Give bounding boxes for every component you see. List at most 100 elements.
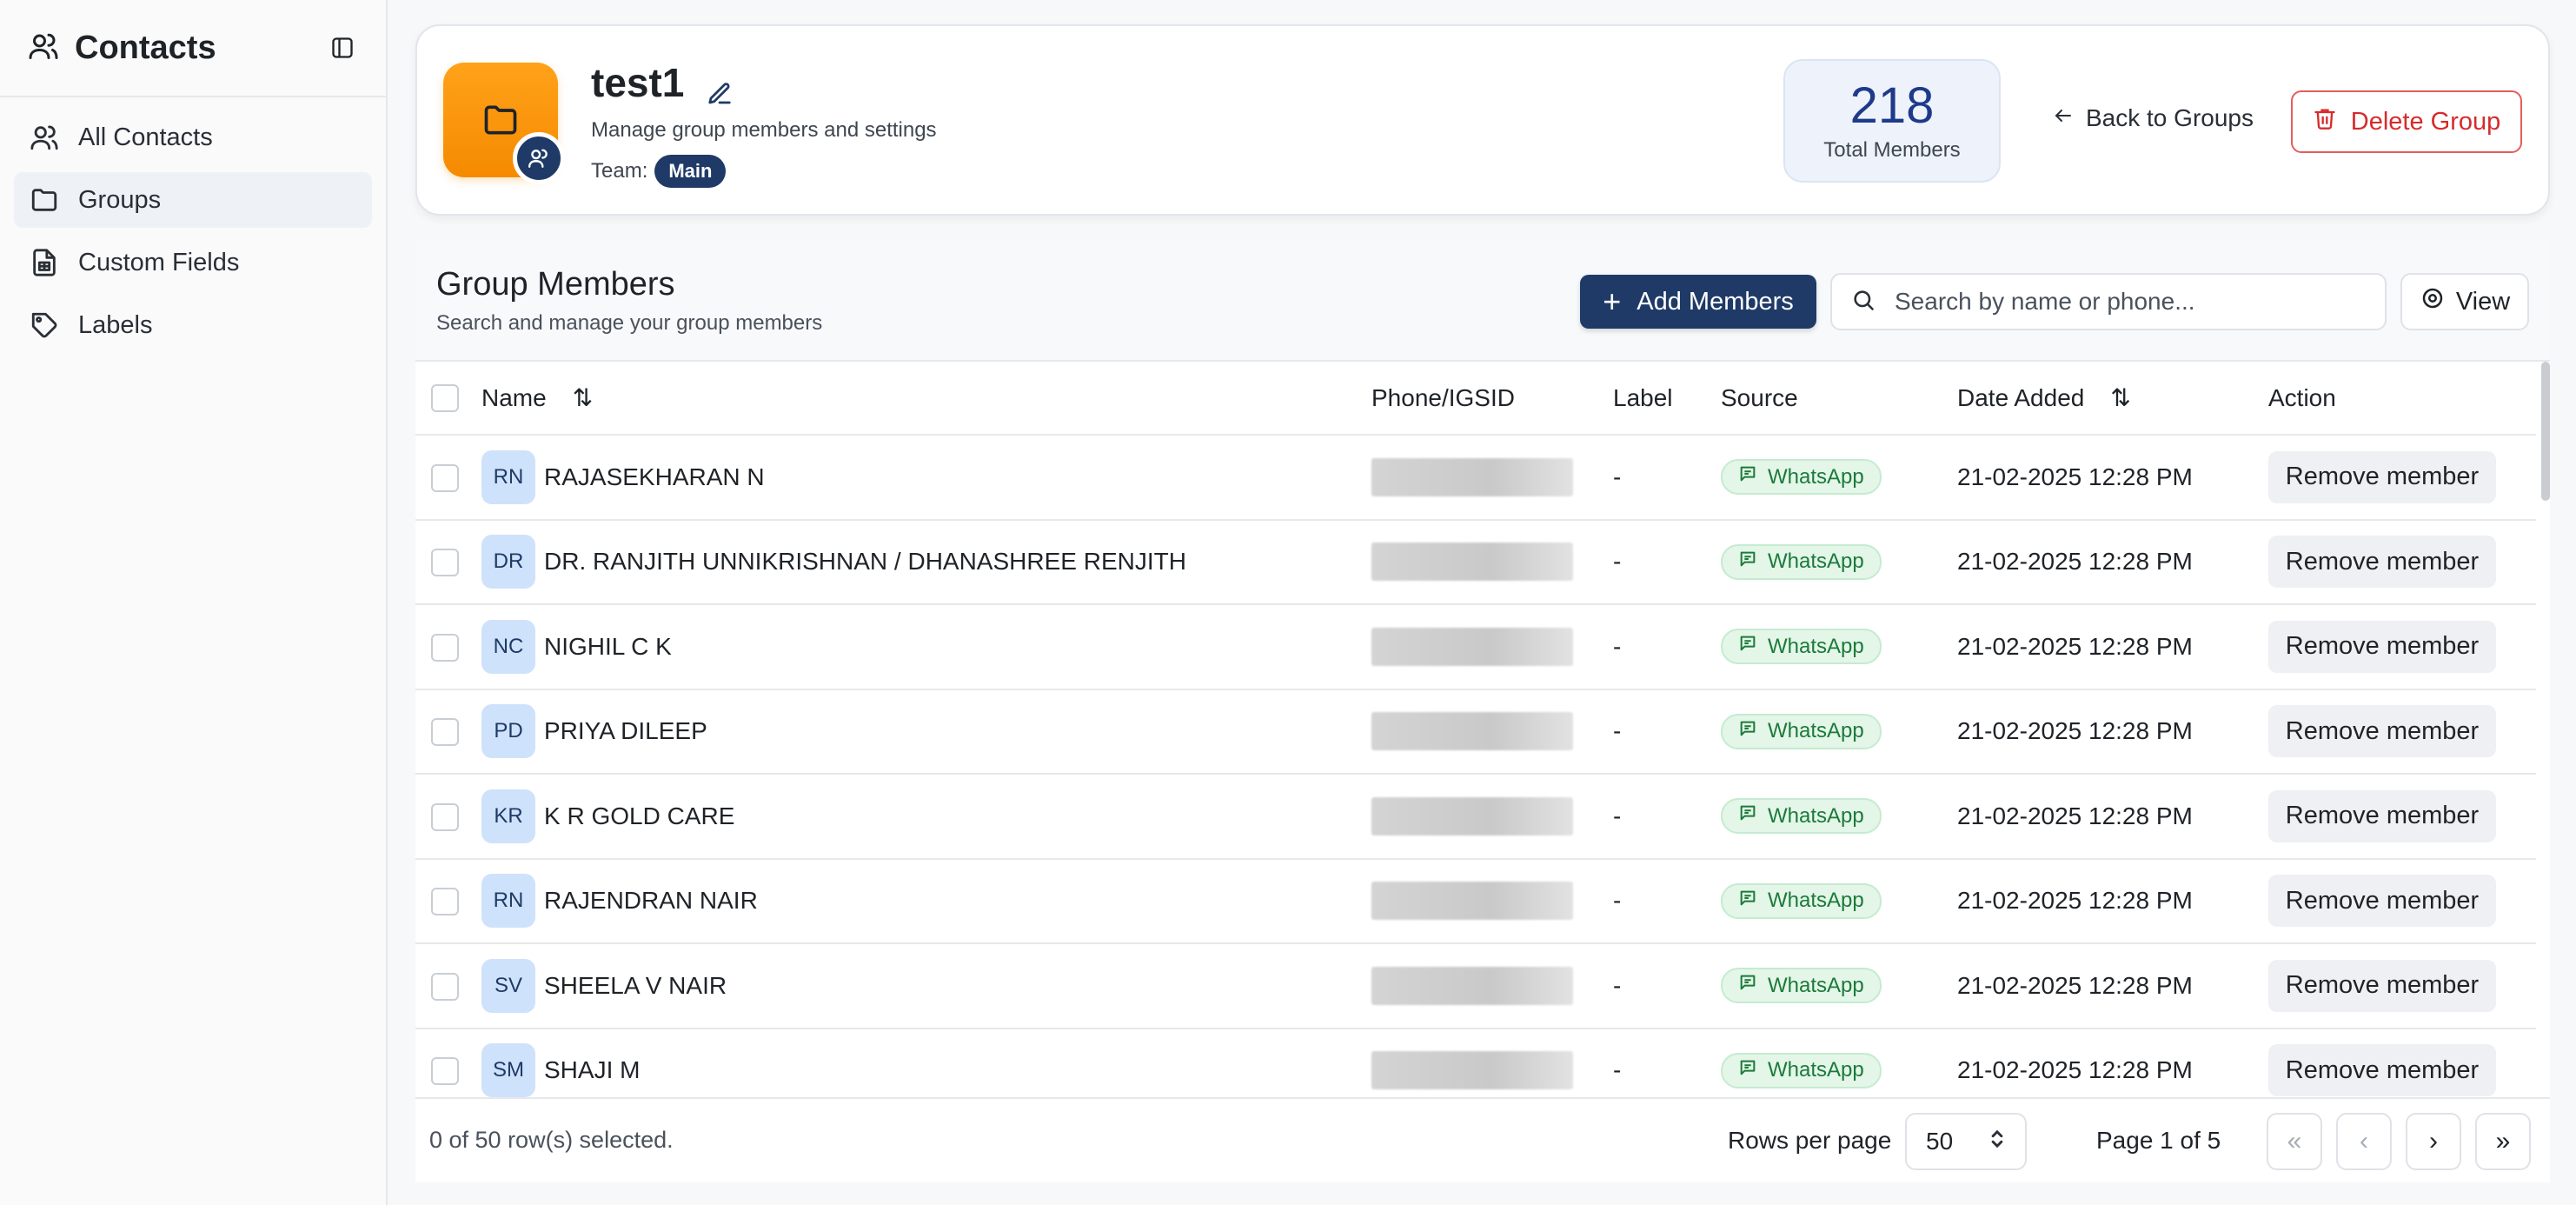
previous-page-button[interactable]: ‹ xyxy=(2336,1113,2392,1170)
table-row[interactable]: PD PRIYA DILEEP - WhatsApp 21-02-2025 12… xyxy=(415,689,2536,775)
message-icon xyxy=(1738,889,1757,914)
source-badge: WhatsApp xyxy=(1721,629,1882,665)
message-icon xyxy=(1738,719,1757,744)
member-name: K R GOLD CARE xyxy=(544,802,735,829)
member-name: RAJENDRAN NAIR xyxy=(544,887,758,915)
column-name-label: Name xyxy=(481,384,547,411)
sort-icon[interactable]: ⇅ xyxy=(2110,384,2130,411)
phone-redacted xyxy=(1371,627,1573,666)
remove-member-button[interactable]: Remove member xyxy=(2268,536,2496,589)
remove-member-button[interactable]: Remove member xyxy=(2268,450,2496,503)
delete-group-button[interactable]: Delete Group xyxy=(2291,90,2522,153)
message-icon xyxy=(1738,464,1757,489)
avatar: DR xyxy=(481,535,535,589)
source-badge: WhatsApp xyxy=(1721,968,1882,1004)
column-label: Label xyxy=(1613,362,1721,436)
sidebar-toggle-icon[interactable] xyxy=(327,32,358,63)
source-badge: WhatsApp xyxy=(1721,459,1882,496)
row-checkbox[interactable] xyxy=(431,802,459,831)
date-added: 21-02-2025 12:28 PM xyxy=(1957,943,2268,1029)
source-label: WhatsApp xyxy=(1768,634,1864,658)
select-all-checkbox[interactable] xyxy=(431,384,459,413)
edit-icon[interactable] xyxy=(707,70,733,104)
settings-icon xyxy=(2420,285,2446,318)
search-input[interactable] xyxy=(1895,288,2364,316)
member-label: - xyxy=(1613,604,1721,690)
message-icon xyxy=(1738,803,1757,829)
folder-icon xyxy=(28,183,61,216)
source-label: WhatsApp xyxy=(1768,803,1864,828)
member-name: RAJASEKHARAN N xyxy=(544,463,765,490)
member-label: - xyxy=(1613,943,1721,1029)
member-label: - xyxy=(1613,519,1721,605)
sort-icon[interactable]: ⇅ xyxy=(573,384,593,411)
chevron-up-down-icon xyxy=(1988,1128,2006,1156)
row-checkbox[interactable] xyxy=(431,463,459,492)
sidebar-item-groups[interactable]: Groups xyxy=(14,172,372,228)
remove-member-button[interactable]: Remove member xyxy=(2268,705,2496,758)
phone-redacted xyxy=(1371,966,1573,1005)
avatar: RN xyxy=(481,449,535,504)
table-row[interactable]: NC NIGHIL C K - WhatsApp 21-02-2025 12:2… xyxy=(415,604,2536,690)
remove-member-button[interactable]: Remove member xyxy=(2268,959,2496,1012)
member-label: - xyxy=(1613,774,1721,860)
group-team: Team: Main xyxy=(591,155,727,188)
phone-redacted xyxy=(1371,1051,1573,1090)
view-button[interactable]: View xyxy=(2400,273,2529,330)
back-to-groups-link[interactable]: Back to Groups xyxy=(2053,104,2254,132)
member-name-cell: SV SHEELA V NAIR xyxy=(481,958,1371,1013)
next-page-button[interactable]: › xyxy=(2406,1113,2461,1170)
search-box[interactable] xyxy=(1830,273,2387,330)
group-header-card: test1 Manage group members and settings … xyxy=(415,24,2550,216)
remove-member-button[interactable]: Remove member xyxy=(2268,789,2496,842)
source-label: WhatsApp xyxy=(1768,719,1864,743)
source-label: WhatsApp xyxy=(1768,973,1864,997)
contacts-icon xyxy=(28,30,59,66)
sidebar: Contacts All Contacts Groups Custom Fiel… xyxy=(0,0,388,1205)
search-icon xyxy=(1851,288,1876,316)
table-row[interactable]: KR K R GOLD CARE - WhatsApp 21-02-2025 1… xyxy=(415,774,2536,860)
column-date[interactable]: Date Added ⇅ xyxy=(1957,362,2268,436)
row-checkbox[interactable] xyxy=(431,549,459,577)
last-page-button[interactable]: » xyxy=(2475,1113,2531,1170)
trash-icon xyxy=(2313,106,2337,137)
column-name[interactable]: Name ⇅ xyxy=(481,362,1371,436)
source-label: WhatsApp xyxy=(1768,549,1864,574)
add-members-button[interactable]: + Add Members xyxy=(1580,275,1816,329)
plus-icon: + xyxy=(1603,283,1622,319)
member-name-cell: KR K R GOLD CARE xyxy=(481,789,1371,843)
group-users-icon xyxy=(513,132,565,184)
table-row[interactable]: SV SHEELA V NAIR - WhatsApp 21-02-2025 1… xyxy=(415,943,2536,1029)
row-checkbox[interactable] xyxy=(431,888,459,916)
table-row[interactable]: DR DR. RANJITH UNNIKRISHNAN / DHANASHREE… xyxy=(415,519,2536,605)
member-name: SHEELA V NAIR xyxy=(544,971,727,999)
avatar: NC xyxy=(481,619,535,674)
rows-per-page-label: Rows per page xyxy=(1728,1127,1892,1154)
sidebar-item-labels[interactable]: Labels xyxy=(14,297,372,353)
member-name: DR. RANJITH UNNIKRISHNAN / DHANASHREE RE… xyxy=(544,548,1186,576)
table-scrollbar[interactable] xyxy=(2541,362,2550,501)
column-phone: Phone/IGSID xyxy=(1371,362,1613,436)
remove-member-button[interactable]: Remove member xyxy=(2268,1044,2496,1097)
rows-per-page-select[interactable]: 50 xyxy=(1905,1113,2027,1170)
members-title: Group Members xyxy=(436,266,675,303)
row-checkbox[interactable] xyxy=(431,972,459,1001)
sidebar-item-all-contacts[interactable]: All Contacts xyxy=(14,110,372,165)
column-source: Source xyxy=(1721,362,1957,436)
row-checkbox[interactable] xyxy=(431,718,459,747)
table-row[interactable]: RN RAJENDRAN NAIR - WhatsApp 21-02-2025 … xyxy=(415,858,2536,944)
member-name-cell: RN RAJASEKHARAN N xyxy=(481,449,1371,504)
first-page-button[interactable]: « xyxy=(2267,1113,2322,1170)
total-members-count: 218 xyxy=(1849,77,1935,134)
member-name: PRIYA DILEEP xyxy=(544,717,707,745)
arrow-left-icon xyxy=(2053,104,2074,132)
message-icon xyxy=(1738,973,1757,998)
row-checkbox[interactable] xyxy=(431,633,459,662)
sidebar-item-custom-fields[interactable]: Custom Fields xyxy=(14,235,372,290)
row-checkbox[interactable] xyxy=(431,1057,459,1086)
members-table: Name ⇅ Phone/IGSID Label Source Date Adde… xyxy=(415,362,2536,1114)
table-row[interactable]: RN RAJASEKHARAN N - WhatsApp 21-02-2025 … xyxy=(415,435,2536,521)
remove-member-button[interactable]: Remove member xyxy=(2268,875,2496,928)
member-name-cell: NC NIGHIL C K xyxy=(481,619,1371,674)
remove-member-button[interactable]: Remove member xyxy=(2268,620,2496,673)
